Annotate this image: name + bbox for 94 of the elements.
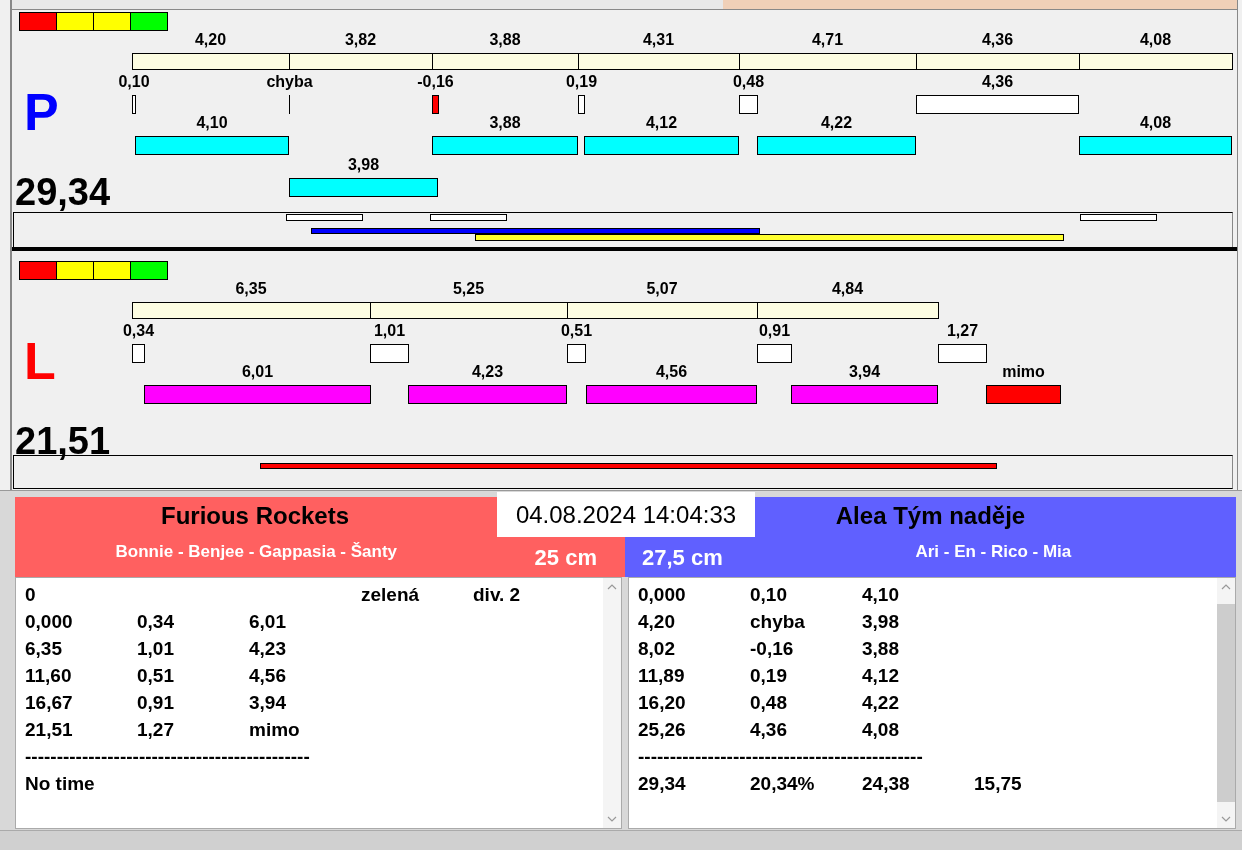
log-cell-text: 4,08 (862, 718, 900, 741)
log-cell-text: 29,34 (638, 772, 687, 795)
log-cell-text: No time (25, 772, 96, 795)
log-cell-text: 3,98 (862, 610, 900, 633)
log-cell-text: 16,67 (25, 691, 74, 714)
log-cell-text: 4,12 (862, 664, 900, 687)
log-cell-text: 11,89 (638, 664, 686, 687)
segment-value: 3,82 (344, 31, 377, 49)
segment-value: 5,25 (452, 280, 485, 298)
run-value: 3,98 (347, 156, 380, 174)
gap-value: 0,91 (758, 322, 791, 340)
track-total: 29,34 (15, 171, 111, 214)
gap-value: 0,34 (122, 322, 155, 340)
segment-value: 4,84 (831, 280, 864, 298)
track-total: 21,51 (15, 420, 111, 463)
log-cell-text: 4,36 (750, 718, 788, 741)
run-value: 3,88 (489, 114, 521, 132)
scrollbar[interactable] (603, 578, 621, 828)
log-cell-text: -0,16 (750, 637, 795, 660)
scroll-down-icon[interactable] (1221, 816, 1231, 822)
run-value: 6,01 (241, 363, 274, 381)
log-cell-text: mimo (249, 718, 301, 741)
gap-value: 0,10 (118, 73, 150, 91)
run-value: mimo (1002, 363, 1045, 381)
dashed-separator: --------------------------------------------- (638, 745, 924, 768)
log-cell-text: 0,34 (137, 610, 175, 633)
log-cell-text: 0,51 (137, 664, 175, 687)
log-cell-text: 0 (25, 583, 37, 606)
log-cell-text: 4,56 (249, 664, 287, 687)
log-cell-text: 1,01 (137, 637, 175, 660)
log-cell-text: 0,48 (750, 691, 788, 714)
run-value: 4,08 (1139, 114, 1172, 132)
timestamp: 04.08.2024 14:04:33 (497, 492, 755, 537)
log-cell-text: zelená (361, 583, 421, 606)
segment-value: 4,20 (194, 31, 227, 49)
scroll-up-icon[interactable] (1221, 584, 1231, 590)
team-name: Furious Rockets (160, 502, 349, 530)
log-cell-text: 4,23 (249, 637, 287, 660)
log-cell-text: 25,26 (638, 718, 687, 741)
log-cell-text: 3,94 (249, 691, 287, 714)
log-cell-text: 6,35 (25, 637, 63, 660)
run-value: 4,10 (196, 114, 228, 132)
log-cell-text: 11,60 (25, 664, 73, 687)
run-value: 3,94 (848, 363, 881, 381)
run-value: 4,56 (655, 363, 688, 381)
log-cell-text: 4,10 (862, 583, 900, 606)
log-cell-text: 0,10 (750, 583, 788, 606)
run-value: 4,12 (645, 114, 678, 132)
gap-value: 1,27 (946, 322, 979, 340)
run-value: 4,23 (471, 363, 504, 381)
segment-value: 4,31 (642, 31, 675, 49)
run-value: 4,22 (820, 114, 853, 132)
log-cell-text: 16,20 (638, 691, 687, 714)
dashed-separator: --------------------------------------------- (25, 745, 311, 768)
log-cell-text: 4,20 (638, 610, 676, 633)
log-cell-text: 8,02 (638, 637, 676, 660)
log-cell-text: 0,91 (137, 691, 175, 714)
team-members: Ari - En - Rico - Mia (914, 542, 1073, 562)
log-cell-text: 20,34% (750, 772, 816, 795)
segment-value: 6,35 (235, 280, 267, 298)
scrollbar[interactable] (1217, 578, 1235, 828)
team-name: Alea Tým naděje (835, 502, 1026, 530)
gap-value: -0,16 (417, 73, 454, 91)
gap-value: 1,01 (373, 322, 406, 340)
segment-value: 4,36 (981, 31, 1014, 49)
track-letter: P (24, 82, 59, 142)
segment-value: 4,08 (1139, 31, 1172, 49)
log-cell-text: 3,88 (862, 637, 900, 660)
distance-value: 25 cm (533, 545, 598, 571)
track-letter: L (24, 331, 56, 391)
distance-value: 27,5 cm (641, 545, 724, 571)
log-cell-text: 1,27 (137, 718, 175, 741)
log-cell-text: 0,000 (638, 583, 687, 606)
scroll-thumb[interactable] (1217, 604, 1235, 802)
gap-value: chyba (266, 73, 313, 91)
segment-value: 5,07 (646, 280, 678, 298)
gap-value: 0,51 (560, 322, 593, 340)
log-cell-text: div. 2 (473, 583, 522, 606)
log-cell-text: 15,75 (974, 772, 1023, 795)
gap-value: 0,48 (732, 73, 765, 91)
segment-value: 3,88 (489, 31, 521, 49)
log-cell-text: 0,000 (25, 610, 74, 633)
scroll-down-icon[interactable] (607, 816, 617, 822)
log-cell-text: chyba (750, 610, 806, 633)
log-cell-text: 24,38 (862, 772, 911, 795)
scroll-up-icon[interactable] (607, 584, 617, 590)
log-cell-text: 0,19 (750, 664, 788, 687)
log-cell-text: 4,22 (862, 691, 900, 714)
team-members: Bonnie - Benjee - Gappasia - Šanty (114, 542, 399, 562)
gap-value: 0,19 (565, 73, 598, 91)
log-cell-text: 6,01 (249, 610, 287, 633)
log-cell-text: 21,51 (25, 718, 74, 741)
segment-value: 4,71 (811, 31, 844, 49)
gap-value: 4,36 (981, 73, 1014, 91)
